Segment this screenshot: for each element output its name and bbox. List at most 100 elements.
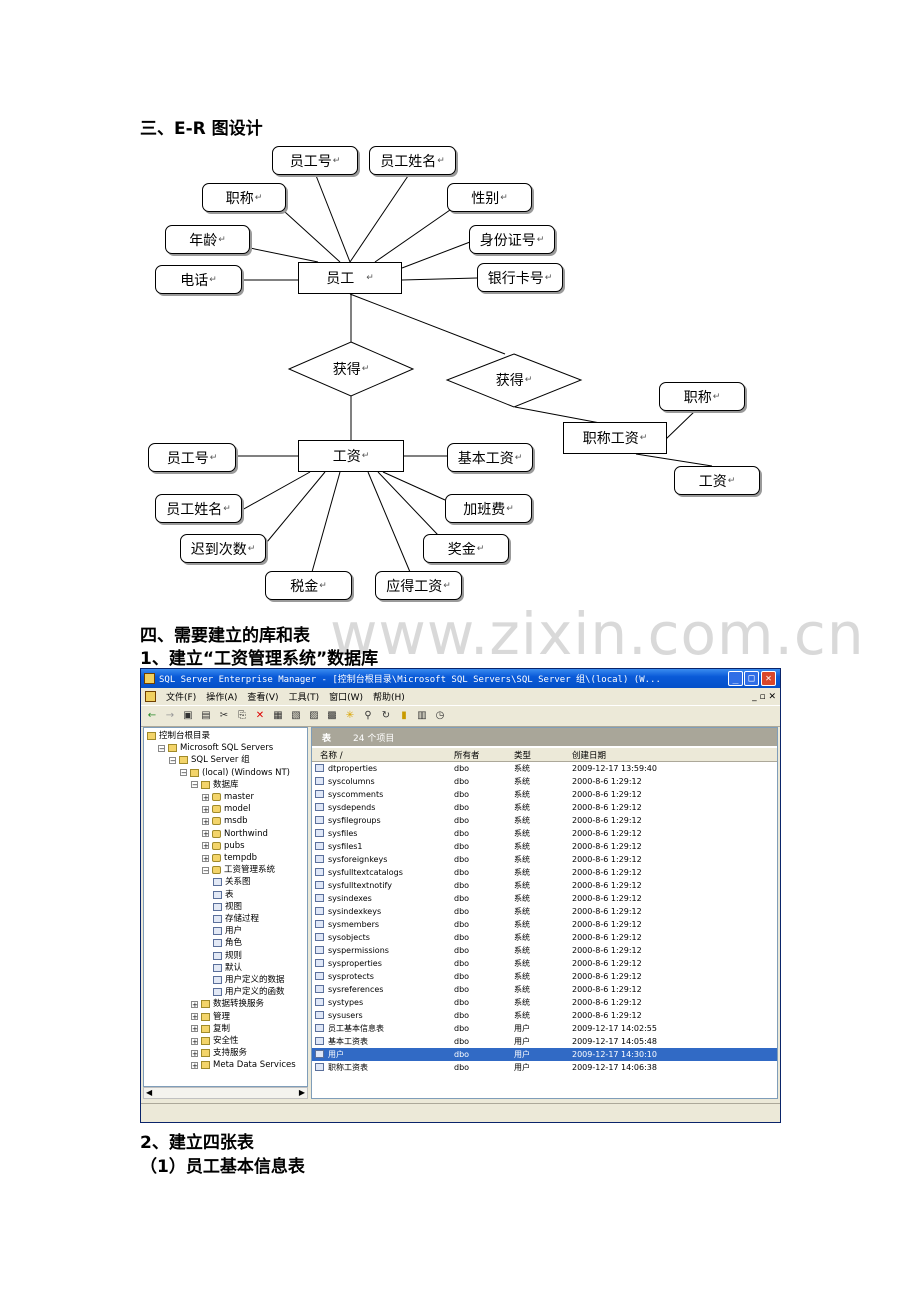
tree-node[interactable]: 视图	[213, 901, 242, 913]
table-row[interactable]: 基本工资表 dbo 用户 2009-12-17 14:05:48	[312, 1035, 777, 1048]
table-row[interactable]: sysproperties dbo 系统 2000-8-6 1:29:12	[312, 957, 777, 970]
menu-file[interactable]: 文件(F)	[166, 690, 196, 703]
tree-node[interactable]: − SQL Server 组	[169, 754, 250, 766]
tree-horizontal-scrollbar[interactable]: ◀ ▶	[143, 1087, 308, 1099]
copy-icon[interactable]: ⎘	[235, 709, 249, 723]
table-row[interactable]: sysmembers dbo 系统 2000-8-6 1:29:12	[312, 918, 777, 931]
expand-toggle-icon[interactable]: +	[191, 1013, 198, 1021]
expand-toggle-icon[interactable]: −	[158, 744, 165, 752]
show-tree-icon[interactable]: ▤	[199, 709, 213, 723]
mdi-controls[interactable]: _ ▫ ✕	[752, 692, 776, 702]
tree-node[interactable]: + tempdb	[202, 852, 257, 864]
table-row[interactable]: syscolumns dbo 系统 2000-8-6 1:29:12	[312, 775, 777, 788]
tree-node[interactable]: + master	[202, 791, 254, 803]
expand-toggle-icon[interactable]: +	[191, 1000, 198, 1008]
table-row[interactable]: 用户 dbo 用户 2009-12-17 14:30:10	[312, 1048, 777, 1061]
table-row[interactable]: sysfiles1 dbo 系统 2000-8-6 1:29:12	[312, 840, 777, 853]
tree-node[interactable]: − (local) (Windows NT)	[180, 767, 290, 779]
tree-node[interactable]: − 数据库	[191, 779, 239, 791]
table-row[interactable]: sysfulltextnotify dbo 系统 2000-8-6 1:29:12	[312, 879, 777, 892]
database-icon[interactable]: ▮	[397, 709, 411, 723]
menu-action[interactable]: 操作(A)	[206, 690, 237, 703]
tree-node[interactable]: 角色	[213, 937, 242, 949]
tree-node[interactable]: 用户定义的函数	[213, 986, 285, 998]
col-name-header[interactable]: 名称 /	[320, 749, 343, 761]
expand-toggle-icon[interactable]: +	[191, 1061, 198, 1069]
table-row[interactable]: sysobjects dbo 系统 2000-8-6 1:29:12	[312, 931, 777, 944]
table-row[interactable]: syscomments dbo 系统 2000-8-6 1:29:12	[312, 788, 777, 801]
table-row[interactable]: systypes dbo 系统 2000-8-6 1:29:12	[312, 996, 777, 1009]
expand-toggle-icon[interactable]: +	[202, 805, 209, 813]
menu-view[interactable]: 查看(V)	[247, 690, 278, 703]
expand-toggle-icon[interactable]: −	[191, 781, 198, 789]
table-row[interactable]: sysfiles dbo 系统 2000-8-6 1:29:12	[312, 827, 777, 840]
back-icon[interactable]: ←	[145, 709, 159, 723]
tree-node[interactable]: 存储过程	[213, 913, 259, 925]
tree-node[interactable]: 控制台根目录	[147, 730, 210, 742]
table-row[interactable]: 员工基本信息表 dbo 用户 2009-12-17 14:02:55	[312, 1022, 777, 1035]
window-titlebar[interactable]: SQL Server Enterprise Manager - [控制台根目录\…	[141, 669, 780, 688]
expand-toggle-icon[interactable]: −	[169, 756, 176, 764]
expand-toggle-icon[interactable]: +	[191, 1049, 198, 1057]
tree-node[interactable]: + Northwind	[202, 828, 268, 840]
tree-node[interactable]: + model	[202, 803, 250, 815]
tree-node[interactable]: + 安全性	[191, 1035, 239, 1047]
up-folder-icon[interactable]: ▣	[181, 709, 195, 723]
tree-node[interactable]: 关系图	[213, 876, 251, 888]
table-row[interactable]: sysreferences dbo 系统 2000-8-6 1:29:12	[312, 983, 777, 996]
properties-icon[interactable]: ▦	[271, 709, 285, 723]
table-row[interactable]: sysfulltextcatalogs dbo 系统 2000-8-6 1:29:12	[312, 866, 777, 879]
forward-icon[interactable]: →	[163, 709, 177, 723]
table-row[interactable]: sysusers dbo 系统 2000-8-6 1:29:12	[312, 1009, 777, 1022]
tree-node[interactable]: 规则	[213, 950, 242, 962]
expand-toggle-icon[interactable]: −	[180, 769, 187, 777]
table-row[interactable]: sysindexes dbo 系统 2000-8-6 1:29:12	[312, 892, 777, 905]
tree-node[interactable]: 表	[213, 889, 234, 901]
col-type-header[interactable]: 类型	[514, 749, 531, 761]
console-icon[interactable]: ▩	[325, 709, 339, 723]
table-row[interactable]: 职称工资表 dbo 用户 2009-12-17 14:06:38	[312, 1061, 777, 1074]
tree-node[interactable]: + 复制	[191, 1023, 230, 1035]
table-row[interactable]: sysindexkeys dbo 系统 2000-8-6 1:29:12	[312, 905, 777, 918]
delete-icon[interactable]: ✕	[253, 709, 267, 723]
tree-node[interactable]: + pubs	[202, 840, 245, 852]
table-row[interactable]: sysforeignkeys dbo 系统 2000-8-6 1:29:12	[312, 853, 777, 866]
expand-toggle-icon[interactable]: +	[202, 830, 209, 838]
tree-node[interactable]: + msdb	[202, 815, 248, 827]
minimize-button[interactable]: _	[728, 671, 743, 686]
job-icon[interactable]: ◷	[433, 709, 447, 723]
help-icon[interactable]: ▨	[307, 709, 321, 723]
tree-node[interactable]: − 工资管理系统	[202, 864, 275, 876]
scroll-left-icon[interactable]: ◀	[146, 1088, 152, 1097]
table-row[interactable]: sysprotects dbo 系统 2000-8-6 1:29:12	[312, 970, 777, 983]
expand-toggle-icon[interactable]: +	[202, 817, 209, 825]
expand-toggle-icon[interactable]: +	[202, 842, 209, 850]
menu-help[interactable]: 帮助(H)	[373, 690, 405, 703]
expand-toggle-icon[interactable]: +	[191, 1025, 198, 1033]
menu-tools[interactable]: 工具(T)	[289, 690, 320, 703]
col-owner-header[interactable]: 所有者	[454, 749, 480, 761]
tree-node[interactable]: 用户	[213, 925, 242, 937]
close-button[interactable]: ✕	[761, 671, 776, 686]
tree-node[interactable]: + 数据转换服务	[191, 998, 264, 1010]
expand-toggle-icon[interactable]: −	[202, 866, 209, 874]
export-icon[interactable]: ▧	[289, 709, 303, 723]
tree-node[interactable]: + Meta Data Services	[191, 1059, 296, 1071]
maximize-button[interactable]: □	[744, 671, 759, 686]
table-row[interactable]: sysdepends dbo 系统 2000-8-6 1:29:12	[312, 801, 777, 814]
cut-icon[interactable]: ✂	[217, 709, 231, 723]
table-row[interactable]: dtproperties dbo 系统 2009-12-17 13:59:40	[312, 762, 777, 775]
tree-node[interactable]: − Microsoft SQL Servers	[158, 742, 273, 754]
refresh-icon[interactable]: ↻	[379, 709, 393, 723]
scroll-right-icon[interactable]: ▶	[299, 1088, 305, 1097]
tree-node[interactable]: + 管理	[191, 1011, 230, 1023]
wizard-icon[interactable]: ✳	[343, 709, 357, 723]
tree-node[interactable]: 用户定义的数据	[213, 974, 285, 986]
table-row[interactable]: syspermissions dbo 系统 2000-8-6 1:29:12	[312, 944, 777, 957]
menu-window[interactable]: 窗口(W)	[329, 690, 363, 703]
expand-toggle-icon[interactable]: +	[202, 793, 209, 801]
query-icon[interactable]: ▥	[415, 709, 429, 723]
expand-toggle-icon[interactable]: +	[191, 1037, 198, 1045]
col-date-header[interactable]: 创建日期	[572, 749, 606, 761]
tree-node[interactable]: 默认	[213, 962, 242, 974]
